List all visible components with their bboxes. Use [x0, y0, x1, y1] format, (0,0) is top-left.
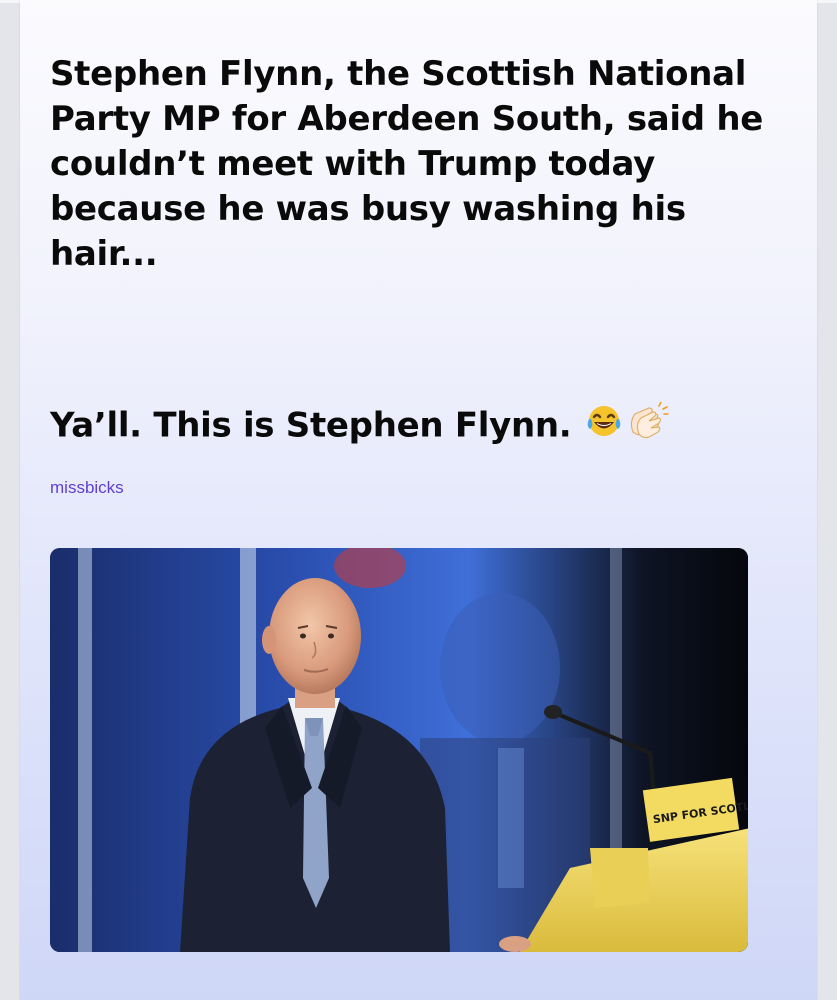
photo-illustration: SNP FOR SCOTLAND: [50, 548, 748, 952]
author-username-link[interactable]: missbicks: [50, 478, 124, 498]
laughing-crying-emoji-icon: [585, 404, 623, 450]
punchline-text: Ya’ll. This is Stephen Flynn.: [50, 405, 572, 446]
clapping-hands-emoji-icon: [625, 401, 669, 452]
post-photo[interactable]: SNP FOR SCOTLAND: [50, 548, 748, 952]
post-punchline: Ya’ll. This is Stephen Flynn.: [50, 401, 770, 452]
post-headline: Stephen Flynn, the Scottish National Par…: [50, 54, 764, 274]
